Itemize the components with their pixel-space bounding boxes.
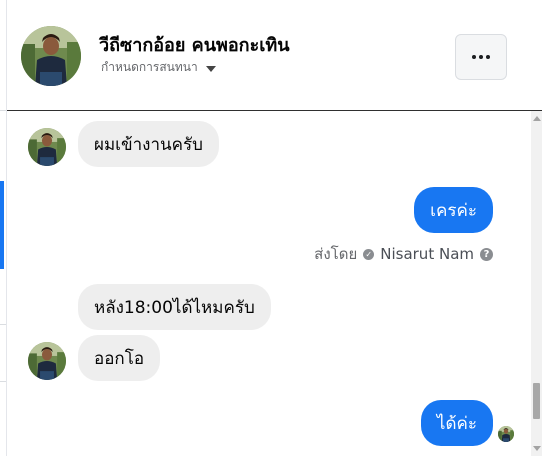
caret-down-icon [205,65,216,72]
message-thread: ผมเข้างานครับ เครค่ะ ส่งโดย ✓ Nisarut Na… [7,111,531,456]
message-text: ได้ค่ะ [436,413,477,434]
message-bubble-incoming[interactable]: หลัง18:00ได้ไหมครับ [78,284,271,330]
message-text: เครค่ะ [430,200,477,221]
message-text: หลัง18:00ได้ไหมครับ [94,297,255,318]
thread-scrollbar[interactable] [531,111,542,456]
check-circle-icon: ✓ [363,248,375,260]
scroll-up-arrow-icon[interactable] [533,116,541,121]
conversation-settings-dropdown[interactable]: กำหนดการสนทนา [101,58,216,77]
contact-name[interactable]: วีถีซากอ้อย คนพอกะเทิน [99,30,290,59]
more-options-button[interactable] [455,34,507,80]
message-bubble-incoming[interactable]: ผมเข้างานครับ [78,121,219,167]
contact-avatar[interactable] [21,26,81,86]
sent-by-row: ส่งโดย ✓ Nisarut Nam ? [314,242,493,266]
more-horizontal-icon [472,55,490,59]
sender-name[interactable]: Nisarut Nam [380,245,474,263]
sent-by-label: ส่งโดย [314,245,358,263]
contact-avatar[interactable] [28,128,66,166]
read-receipt-avatar [498,426,514,442]
message-text: ออกโอ [94,348,145,369]
scroll-down-arrow-icon[interactable] [533,446,541,451]
message-bubble-outgoing[interactable]: ได้ค่ะ [420,400,493,446]
left-panel-divider [0,324,6,325]
left-panel-divider [0,110,6,111]
message-bubble-outgoing[interactable]: เครค่ะ [414,187,493,233]
conversation-settings-label: กำหนดการสนทนา [101,60,198,74]
conversation-header: วีถีซากอ้อย คนพอกะเทิน กำหนดการสนทนา [7,0,542,111]
message-text: ผมเข้างานครับ [94,134,203,155]
selected-conversation-indicator [0,181,4,269]
message-bubble-incoming[interactable]: ออกโอ [78,335,161,381]
contact-avatar[interactable] [28,342,66,380]
scrollbar-thumb[interactable] [533,383,540,419]
left-panel-divider [0,381,6,382]
help-icon[interactable]: ? [480,247,493,261]
